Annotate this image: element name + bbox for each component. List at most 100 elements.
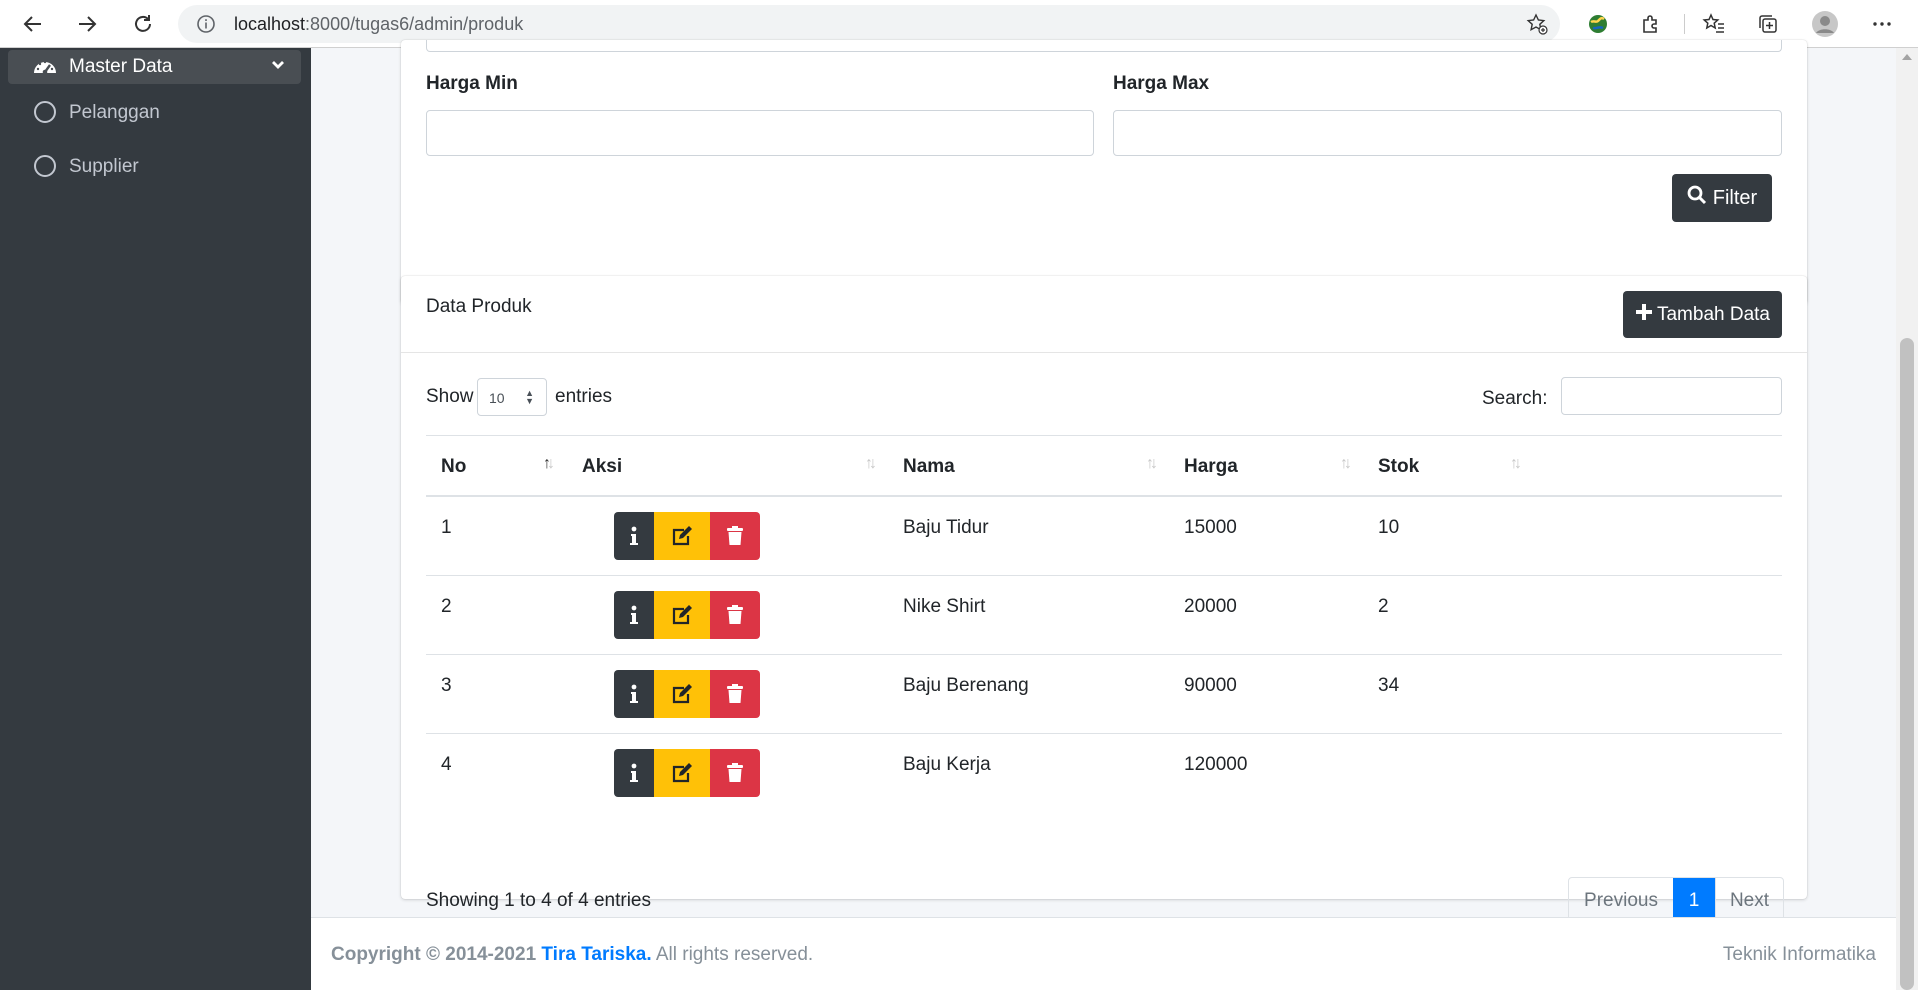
reload-icon[interactable] [127, 8, 159, 40]
cell-nama: Baju Kerja [903, 754, 991, 775]
action-group [614, 749, 760, 797]
info-icon[interactable] [196, 14, 216, 39]
profile-icon[interactable] [1810, 9, 1840, 39]
filter-button[interactable]: Filter [1672, 174, 1772, 222]
delete-button[interactable] [710, 749, 760, 797]
extensions-icon[interactable] [1636, 9, 1666, 39]
cell-no: 2 [441, 596, 452, 617]
cell-harga: 15000 [1184, 517, 1237, 538]
detail-button[interactable] [614, 512, 654, 560]
delete-button[interactable] [710, 512, 760, 560]
sidebar-item-label: Pelanggan [69, 102, 160, 123]
table-info: Showing 1 to 4 of 4 entries [426, 890, 651, 911]
url-text[interactable]: localhost:8000/tugas6/admin/produk [234, 5, 523, 43]
edit-icon [672, 684, 692, 704]
table-row: 3 Baju Berenang 90000 34 [426, 655, 1782, 734]
chevron-down-icon [271, 56, 285, 78]
table-header: No ↑↓ Aksi ↑↓ Nama ↑↓ Harga ↑↓ Stok ↑↓ [426, 435, 1782, 497]
detail-button[interactable] [614, 749, 654, 797]
sidebar: Master Data Pelanggan Supplier [0, 48, 311, 990]
card-header: Data Produk Tambah Data [401, 276, 1807, 353]
url-path: :8000/tugas6/admin/produk [305, 14, 524, 34]
circle-icon [34, 155, 56, 177]
action-group [614, 512, 760, 560]
trash-icon [727, 605, 743, 624]
sidebar-item-master-data[interactable]: Master Data [8, 50, 301, 84]
tachometer-icon [32, 55, 58, 83]
sort-asc-icon[interactable]: ↑↓ [543, 455, 555, 473]
length-value: 10 [489, 390, 505, 406]
main-content: Harga Min Harga Max Filter Data Produk T… [311, 40, 1896, 990]
cell-nama: Baju Berenang [903, 675, 1029, 696]
trash-icon [727, 526, 743, 545]
plus-icon [1635, 303, 1653, 327]
author-link[interactable]: Tira Tariska. [541, 944, 651, 965]
sidebar-item-label: Master Data [69, 56, 173, 77]
back-arrow-icon[interactable] [17, 8, 49, 40]
address-bar[interactable]: localhost:8000/tugas6/admin/produk [178, 5, 1560, 43]
sort-icon[interactable]: ↑↓ [1340, 455, 1352, 473]
table-row: 1 Baju Tidur 15000 10 [426, 497, 1782, 576]
add-data-label: Tambah Data [1656, 303, 1770, 325]
info-icon [630, 763, 638, 782]
circle-icon [34, 101, 56, 123]
harga-max-input[interactable] [1113, 110, 1782, 156]
copyright-prefix: Copyright © 2014-2021 [331, 944, 537, 965]
sidebar-item-pelanggan[interactable]: Pelanggan [34, 96, 294, 130]
more-icon[interactable] [1867, 9, 1897, 39]
column-header-aksi[interactable]: Aksi [582, 456, 622, 478]
cell-no: 3 [441, 675, 452, 696]
harga-max-label: Harga Max [1113, 73, 1210, 94]
favorite-add-icon[interactable] [1526, 13, 1548, 40]
favorites-icon[interactable] [1699, 9, 1729, 39]
action-group [614, 670, 760, 718]
earth-extension-icon[interactable] [1583, 9, 1613, 39]
edit-button[interactable] [654, 749, 710, 797]
forward-arrow-icon[interactable] [71, 8, 103, 40]
detail-button[interactable] [614, 591, 654, 639]
delete-button[interactable] [710, 670, 760, 718]
sort-icon[interactable]: ↑↓ [1510, 455, 1522, 473]
footer: Copyright © 2014-2021 Tira Tariska. All … [311, 917, 1896, 990]
cell-no: 1 [441, 517, 452, 538]
column-header-nama[interactable]: Nama [903, 456, 955, 478]
edit-icon [672, 526, 692, 546]
sort-icon[interactable]: ↑↓ [865, 455, 877, 473]
previous-filter-input[interactable] [426, 40, 1782, 52]
action-group [614, 591, 760, 639]
scroll-up-arrow-icon[interactable] [1902, 54, 1912, 60]
harga-min-input[interactable] [426, 110, 1094, 156]
column-header-stok[interactable]: Stok [1378, 456, 1419, 478]
edit-button[interactable] [654, 670, 710, 718]
cell-nama: Nike Shirt [903, 596, 986, 617]
cell-harga: 90000 [1184, 675, 1237, 696]
page-scrollbar[interactable] [1896, 48, 1918, 990]
data-card: Data Produk Tambah Data Show 10 ▲ ▼ entri… [401, 276, 1807, 925]
delete-button[interactable] [710, 591, 760, 639]
trash-icon [727, 763, 743, 782]
search-label: Search: [1482, 388, 1548, 409]
rights-text: All rights reserved. [655, 944, 814, 965]
sidebar-item-supplier[interactable]: Supplier [34, 150, 294, 184]
edit-button[interactable] [654, 512, 710, 560]
cell-no: 4 [441, 754, 452, 775]
sort-icon[interactable]: ↑↓ [1146, 455, 1158, 473]
url-host: localhost [234, 14, 306, 34]
cell-harga: 20000 [1184, 596, 1237, 617]
scrollbar-thumb[interactable] [1900, 338, 1914, 990]
harga-min-label: Harga Min [426, 73, 518, 94]
column-header-harga[interactable]: Harga [1184, 456, 1238, 478]
entries-length-select[interactable]: 10 ▲ ▼ [477, 378, 547, 416]
column-header-no[interactable]: No [441, 456, 466, 478]
collections-icon[interactable] [1753, 9, 1783, 39]
search-icon [1687, 185, 1707, 211]
edit-button[interactable] [654, 591, 710, 639]
search-input[interactable] [1561, 377, 1782, 415]
trash-icon [727, 684, 743, 703]
detail-button[interactable] [614, 670, 654, 718]
edit-icon [672, 763, 692, 783]
edit-icon [672, 605, 692, 625]
toolbar-divider [1684, 14, 1685, 34]
cell-stok: 10 [1378, 517, 1400, 538]
add-data-button[interactable]: Tambah Data [1623, 291, 1782, 338]
